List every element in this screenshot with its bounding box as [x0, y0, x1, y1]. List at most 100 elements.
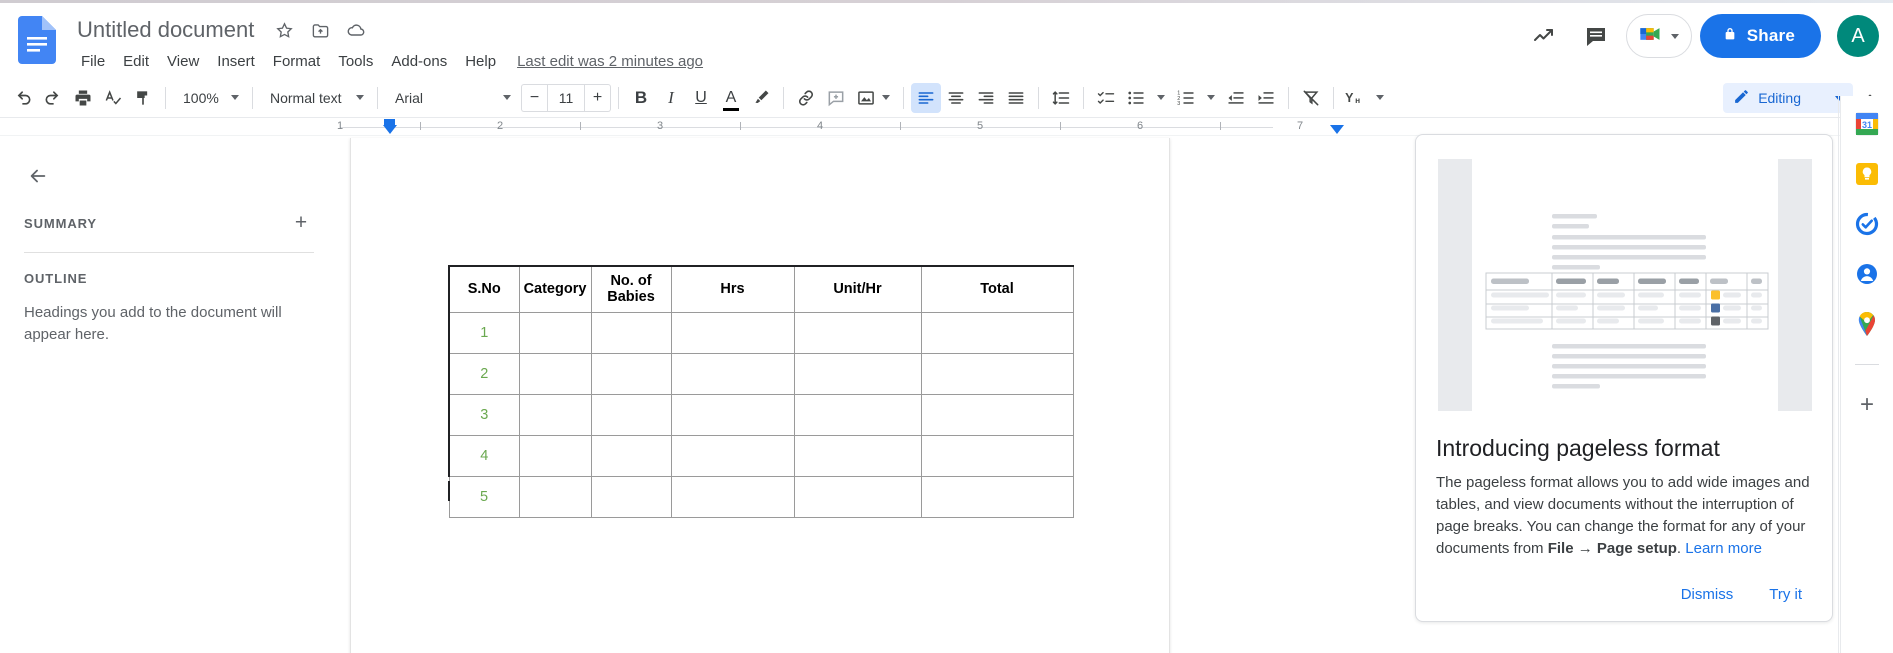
decrease-indent-icon[interactable]: [1221, 83, 1251, 113]
highlight-pen-icon[interactable]: [746, 83, 776, 113]
vertical-scrollbar-track[interactable]: [1838, 96, 1839, 653]
menu-insert[interactable]: Insert: [208, 51, 264, 72]
table-cell[interactable]: [670, 434, 795, 477]
editing-mode-selector[interactable]: Editing: [1723, 83, 1853, 113]
zoom-selector[interactable]: 100%: [173, 83, 245, 113]
font-family-selector[interactable]: Arial: [385, 83, 517, 113]
align-justify-icon[interactable]: [1001, 83, 1031, 113]
comment-history-icon[interactable]: [1574, 14, 1618, 58]
table-cell[interactable]: [920, 311, 1074, 354]
table-cell[interactable]: [920, 352, 1074, 395]
table-cell[interactable]: [590, 311, 672, 354]
table-cell[interactable]: [920, 434, 1074, 477]
table-cell[interactable]: [518, 475, 592, 518]
activity-dashboard-icon[interactable]: [1522, 14, 1566, 58]
dismiss-button[interactable]: Dismiss: [1669, 578, 1746, 611]
table-cell[interactable]: [793, 393, 922, 436]
print-icon[interactable]: [68, 83, 98, 113]
add-comment-icon[interactable]: [821, 83, 851, 113]
bold-button[interactable]: B: [626, 83, 656, 113]
avatar[interactable]: A: [1837, 15, 1879, 57]
try-it-button[interactable]: Try it: [1757, 578, 1814, 611]
table-cell[interactable]: [590, 352, 672, 395]
chevron-down-icon[interactable]: [1670, 33, 1679, 39]
menu-add-ons[interactable]: Add-ons: [382, 51, 456, 72]
row-number-cell[interactable]: 4: [448, 434, 520, 477]
insert-link-icon[interactable]: [791, 83, 821, 113]
insert-image-icon[interactable]: [851, 83, 881, 113]
row-number-cell[interactable]: 3: [448, 393, 520, 436]
line-spacing-icon[interactable]: [1046, 83, 1076, 113]
table-cell[interactable]: [670, 311, 795, 354]
table-cell[interactable]: [793, 311, 922, 354]
spellcheck-icon[interactable]: [98, 83, 128, 113]
document-title[interactable]: Untitled document: [72, 14, 259, 46]
paragraph-style-selector[interactable]: Normal text: [260, 83, 370, 113]
table-cell[interactable]: [920, 393, 1074, 436]
table-cell[interactable]: [670, 352, 795, 395]
menu-tools[interactable]: Tools: [329, 51, 382, 72]
align-right-icon[interactable]: [971, 83, 1001, 113]
table-cell[interactable]: [590, 434, 672, 477]
table-row[interactable]: 3: [448, 393, 1074, 436]
cloud-saved-icon[interactable]: [345, 19, 367, 41]
numbered-list-icon[interactable]: 1 2 3: [1171, 83, 1201, 113]
table-cell[interactable]: [920, 475, 1074, 518]
learn-more-link[interactable]: Learn more: [1685, 540, 1762, 557]
table-cell[interactable]: [518, 393, 592, 436]
chevron-down-icon[interactable]: [1376, 95, 1384, 100]
decrease-font-size-button[interactable]: −: [521, 83, 547, 112]
table-cell[interactable]: [793, 475, 922, 518]
paint-format-icon[interactable]: [128, 83, 158, 113]
google-contacts-icon[interactable]: [1853, 260, 1881, 288]
last-edit-link[interactable]: Last edit was 2 minutes ago: [517, 53, 703, 70]
table-cell[interactable]: [793, 434, 922, 477]
redo-icon[interactable]: [38, 83, 68, 113]
menu-format[interactable]: Format: [264, 51, 330, 72]
google-calendar-icon[interactable]: 31: [1853, 110, 1881, 138]
document-table[interactable]: S.No Category No. of Babies Hrs Unit/Hr …: [448, 265, 1074, 518]
increase-indent-icon[interactable]: [1251, 83, 1281, 113]
bulleted-list-icon[interactable]: [1121, 83, 1151, 113]
menu-file[interactable]: File: [72, 51, 114, 72]
align-left-icon[interactable]: [911, 82, 941, 113]
table-cell[interactable]: [590, 475, 672, 518]
font-size-input[interactable]: 11: [547, 83, 585, 112]
increase-font-size-button[interactable]: +: [585, 83, 611, 112]
table-cell[interactable]: [670, 393, 795, 436]
table-cell[interactable]: [793, 352, 922, 395]
table-cell[interactable]: [518, 434, 592, 477]
table-cell[interactable]: [518, 352, 592, 395]
menu-view[interactable]: View: [158, 51, 208, 72]
share-button[interactable]: Share: [1699, 14, 1821, 58]
left-indent-marker[interactable]: [383, 125, 397, 134]
chevron-down-icon[interactable]: [1157, 95, 1165, 100]
google-meet-button[interactable]: [1625, 14, 1692, 58]
chevron-down-icon[interactable]: [882, 95, 890, 100]
table-cell[interactable]: [590, 393, 672, 436]
table-cell[interactable]: [518, 311, 592, 354]
document-page[interactable]: S.No Category No. of Babies Hrs Unit/Hr …: [350, 138, 1170, 653]
input-tools-icon[interactable]: Y н: [1341, 83, 1371, 113]
star-icon[interactable]: [273, 19, 295, 41]
checklist-icon[interactable]: [1091, 83, 1121, 113]
align-center-icon[interactable]: [941, 83, 971, 113]
google-maps-icon[interactable]: [1853, 310, 1881, 338]
row-number-cell[interactable]: 5: [448, 475, 520, 518]
back-arrow-icon[interactable]: [18, 156, 58, 196]
add-on-plus-icon[interactable]: +: [1853, 391, 1881, 419]
undo-icon[interactable]: [8, 83, 38, 113]
table-row[interactable]: 5: [448, 475, 1074, 518]
chevron-down-icon[interactable]: [1207, 95, 1215, 100]
menu-help[interactable]: Help: [456, 51, 505, 72]
move-to-folder-icon[interactable]: [309, 19, 331, 41]
google-tasks-icon[interactable]: [1853, 210, 1881, 238]
table-row[interactable]: 4: [448, 434, 1074, 477]
google-keep-icon[interactable]: [1853, 160, 1881, 188]
right-indent-marker[interactable]: [1330, 125, 1344, 134]
docs-logo-icon[interactable]: [18, 16, 58, 64]
text-color-button[interactable]: A: [716, 83, 746, 113]
italic-button[interactable]: I: [656, 83, 686, 113]
clear-formatting-icon[interactable]: [1296, 83, 1326, 113]
table-row[interactable]: 1: [448, 311, 1074, 354]
